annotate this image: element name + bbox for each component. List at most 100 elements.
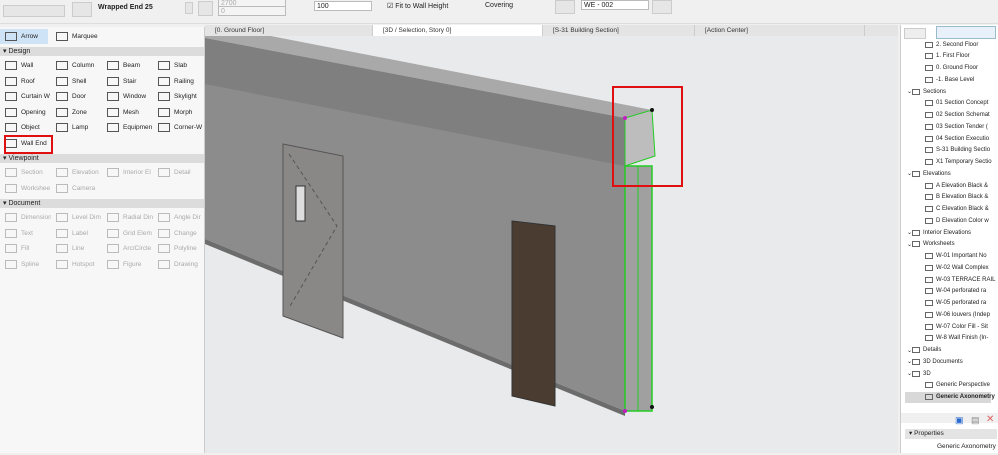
covering-label[interactable]: Covering [485,2,513,9]
tool-curtain-w[interactable]: Curtain W [0,89,51,104]
tool-beam[interactable]: Beam [102,58,153,73]
viewpoint-section-header[interactable]: ▾ Viewpoint [0,154,204,163]
navigator-item-1-base-level[interactable]: -1. Base Level [925,74,974,85]
navigator-item-3d-documents[interactable]: ⌄ 3D Documents [907,356,963,367]
tool-drawing[interactable]: Drawing [153,257,204,272]
tool-morph[interactable]: Morph [153,105,204,120]
tool-marquee[interactable]: Marquee [51,29,102,44]
tool-window[interactable]: Window [102,89,153,104]
navigator-item-w-04-perforated-ra[interactable]: W-04 perforated ra [925,286,986,297]
design-section-header[interactable]: ▾ Design [0,47,204,56]
tab-0-ground-floor[interactable]: [0. Ground Floor] [205,25,373,36]
delete-icon[interactable]: ✕ [986,414,994,425]
properties-header[interactable]: ▾ Properties [905,429,997,439]
horizontal-scrollbar[interactable] [901,413,998,423]
navigator-item-sections[interactable]: ⌄ Sections [907,86,946,97]
navigator-item-02-section-schemat[interactable]: 02 Section Schemat [925,110,990,121]
tool-roof[interactable]: Roof [0,74,51,89]
tool-figure[interactable]: Figure [102,257,153,272]
tool-arrow[interactable]: Arrow [0,29,48,44]
tool-label[interactable]: Label [51,226,102,241]
tool-shell[interactable]: Shell [51,74,102,89]
tool-door[interactable]: Door [51,89,102,104]
tool-stair[interactable]: Stair [102,74,153,89]
tool-equipmen[interactable]: Equipmen [102,120,153,135]
navigator-item-03-section-tender[interactable]: 03 Section Tender ( [925,121,988,132]
navigator-item-w-02-wall-complex[interactable]: W-02 Wall Complex [925,262,989,273]
tool-camera[interactable]: Camera [51,181,102,196]
navigator-item-c-elevation-black[interactable]: C Elevation Black & [925,204,989,215]
navigator-view-tabs[interactable] [936,26,996,39]
navigator-item-worksheets[interactable]: ⌄ Worksheets [907,239,955,250]
wall-end-type-icon[interactable] [72,2,92,17]
navigator-item-generic-axonometry[interactable]: Generic Axonometry [905,391,995,403]
tool-section[interactable]: Section [0,165,51,180]
navigator-item-w-07-color-fill-sit[interactable]: W-07 Color Fill - Sit [925,321,988,332]
tool-spline[interactable]: Spline [0,257,51,272]
value-field[interactable]: 100 [314,1,372,11]
tool-elevation[interactable]: Elevation [51,165,102,180]
tool-level-dim[interactable]: Level Dim [51,210,102,225]
navigator-item-x1-temporary-sectio[interactable]: X1 Temporary Sectio [925,157,992,168]
navigator-options-button[interactable] [904,28,926,39]
navigator-item-w-8-wall-finish-in[interactable]: W-8 Wall Finish (In- [925,333,988,344]
fit-to-wall-height-checkbox[interactable]: ☑ Fit to Wall Height [387,2,448,10]
settings-icon[interactable]: ▤ [971,415,980,426]
tool-dimension[interactable]: Dimension [0,210,51,225]
navigator-item-1-first-floor[interactable]: 1. First Floor [925,51,970,62]
tool-opening[interactable]: Opening [0,105,51,120]
tool-railing[interactable]: Railing [153,74,204,89]
tool-zone[interactable]: Zone [51,105,102,120]
tool-polyline[interactable]: Polyline [153,241,204,256]
covering-icon-button[interactable] [555,0,575,14]
tab-s-31-building-section[interactable]: [S-31 Building Section] [543,25,695,36]
id-field[interactable]: WE - 002 [581,0,649,10]
tool-corner-w[interactable]: Corner-W [153,120,204,135]
navigator-item-generic-perspective[interactable]: Generic Perspective [925,380,990,391]
geometry-method-buttons[interactable] [3,5,65,17]
tool-fill[interactable]: Fill [0,241,51,256]
navigator-item-w-06-louvers-indep[interactable]: W-06 louvers (Indep [925,309,990,320]
3d-viewport[interactable] [205,31,898,453]
tool-change[interactable]: Change [153,226,204,241]
document-section-header[interactable]: ▾ Document [0,199,204,208]
tool-workshee[interactable]: Workshee [0,181,51,196]
navigator-item-b-elevation-black[interactable]: B Elevation Black & [925,192,988,203]
dimension-field-2[interactable]: 0 [218,6,286,16]
tool-line[interactable]: Line [51,241,102,256]
tool-column[interactable]: Column [51,58,102,73]
tab-action-center[interactable]: [Action Center] [695,25,865,36]
navigator-item-s-31-building-sectio[interactable]: S-31 Building Sectio [925,145,990,156]
tool-radial-din[interactable]: Radial Din [102,210,153,225]
tool-interior-el[interactable]: Interior El [102,165,153,180]
tool-slab[interactable]: Slab [153,58,204,73]
tool-wall[interactable]: Wall [0,58,51,73]
navigator-item-w-03-terrace-rail[interactable]: W-03 TERRACE RAIL [925,274,995,285]
tool-object[interactable]: Object [0,120,51,135]
navigator-item-w-01-important-no[interactable]: W-01 Important No [925,251,987,262]
navigator-item-d-elevation-color-w[interactable]: D Elevation Color w [925,215,989,226]
navigator-item-01-section-concept[interactable]: 01 Section Concept [925,98,988,109]
navigator-item-2-second-floor[interactable]: 2. Second Floor [925,39,978,50]
navigator-item-w-05-perforated-ra[interactable]: W-05 perforated ra [925,298,986,309]
type-arrow-button[interactable] [185,2,193,14]
tool-text[interactable]: Text [0,226,51,241]
tool-angle-dir[interactable]: Angle Dir [153,210,204,225]
navigator-item-elevations[interactable]: ⌄ Elevations [907,168,951,179]
navigator-item-3d[interactable]: ⌄ 3D [907,368,931,379]
new-view-icon[interactable]: ▣ [955,415,964,426]
navigator-item-interior-elevations[interactable]: ⌄ Interior Elevations [907,227,971,238]
tool-arc-circle[interactable]: Arc/Circle [102,241,153,256]
layer-button[interactable] [652,0,672,14]
tab-3d-selection-story-0[interactable]: [3D / Selection, Story 0] [373,25,543,36]
tool-mesh[interactable]: Mesh [102,105,153,120]
navigator-item-a-elevation-black[interactable]: A Elevation Black & [925,180,988,191]
tool-grid-elem[interactable]: Grid Elem [102,226,153,241]
tool-skylight[interactable]: Skylight [153,89,204,104]
navigator-item-details[interactable]: ⌄ Details [907,345,941,356]
tool-hotspot[interactable]: Hotspot [51,257,102,272]
tool-lamp[interactable]: Lamp [51,120,102,135]
navigator-item-0-ground-floor[interactable]: 0. Ground Floor [925,63,978,74]
wall-end-type[interactable]: Wrapped End 25 [98,4,153,11]
tool-detail[interactable]: Detail [153,165,204,180]
